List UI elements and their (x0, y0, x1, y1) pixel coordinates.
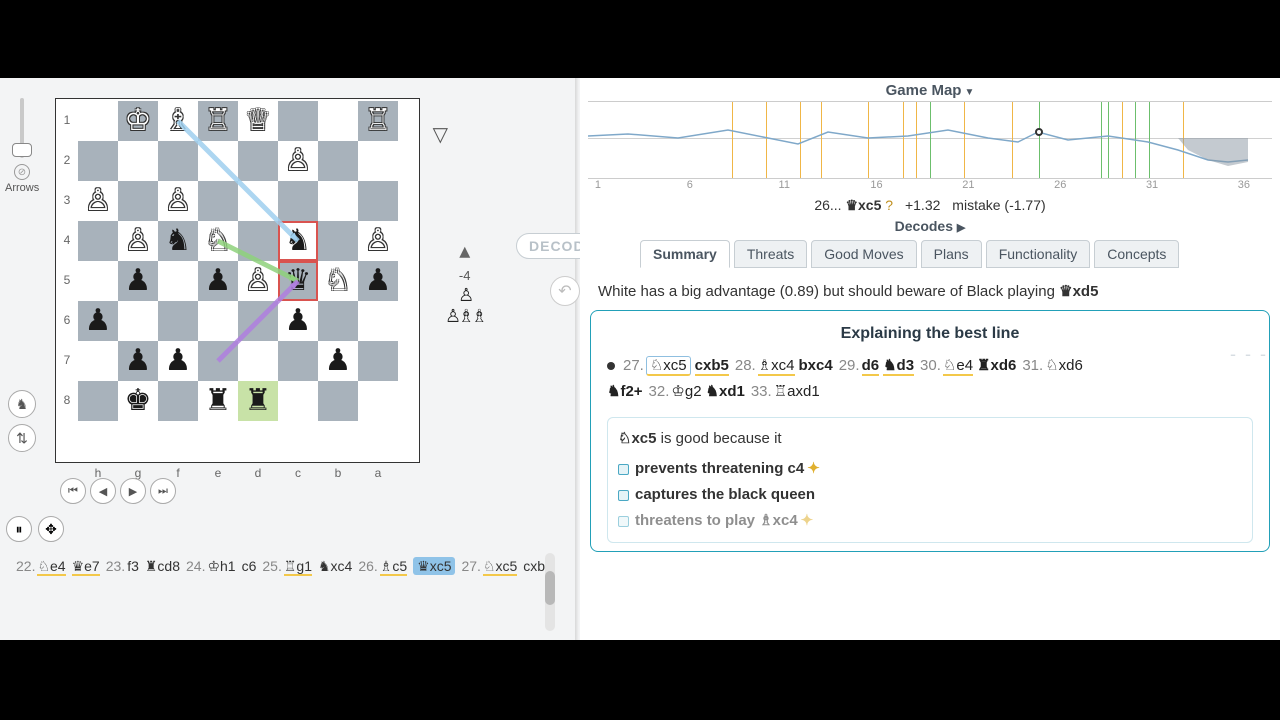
nav-first-button[interactable]: ⏮ (60, 478, 86, 504)
decodes-title[interactable]: Decodes ▶ (580, 218, 1280, 234)
arrows-slider[interactable] (20, 98, 24, 158)
best-line-panel: Explaining the best line 27.♘xc5cxb528.♗… (590, 310, 1270, 552)
tab-concepts[interactable]: Concepts (1094, 240, 1179, 268)
eval-graph[interactable]: 0 -3.8 (588, 101, 1272, 179)
current-move-eval: 26... ♛xc5 ? +1.32 mistake (-1.77) (580, 195, 1280, 218)
turn-cursor-icon: ▽ (433, 122, 448, 147)
tab-functionality[interactable]: Functionality (986, 240, 1091, 268)
move-list[interactable]: 22.♘e4♛e723.f3♜cd824.♔h1c625.♖g1♞xc426.♗… (10, 550, 545, 635)
chess-board[interactable]: 12345678hgfedcba♔♗♖♕♖♙♙♙♙♞♘♞♙♟♟♙♛♘♟♟♟♟♟♟… (55, 98, 420, 463)
move-list-scrollbar[interactable] (545, 553, 555, 631)
tab-threats[interactable]: Threats (734, 240, 807, 268)
nav-next-button[interactable]: ▶ (120, 478, 146, 504)
dash-indicator: - - - (1230, 344, 1268, 365)
game-map-title[interactable]: Game Map▼ (580, 78, 1280, 101)
fish-icon[interactable]: ✥ (38, 516, 64, 542)
tab-plans[interactable]: Plans (921, 240, 982, 268)
pause-icon[interactable]: ⏸ (6, 516, 32, 542)
move-nav: ⏮ ◀ ▶ ⏭ (60, 478, 176, 504)
analysis-tabs: SummaryThreatsGood MovesPlansFunctionali… (640, 240, 1280, 268)
arrows-label: Arrows (5, 182, 39, 194)
nav-prev-button[interactable]: ◀ (90, 478, 116, 504)
undo-icon[interactable]: ↶ (550, 276, 580, 306)
swap-icon[interactable]: ⇅ (8, 424, 36, 452)
arrows-off-icon[interactable]: ⊘ (14, 164, 30, 180)
summary-text: White has a big advantage (0.89) but sho… (580, 268, 1280, 310)
why-good-panel: ♘xc5 is good because itprevents threaten… (607, 417, 1253, 543)
nav-last-button[interactable]: ⏭ (150, 478, 176, 504)
tab-good-moves[interactable]: Good Moves (811, 240, 916, 268)
captured-pieces: ▴ -4 ♙ ♙♗♗ (445, 238, 484, 327)
tab-summary[interactable]: Summary (640, 240, 730, 268)
best-line-title: Explaining the best line (607, 325, 1253, 343)
knight-tool-icon[interactable]: ♞ (8, 390, 36, 418)
